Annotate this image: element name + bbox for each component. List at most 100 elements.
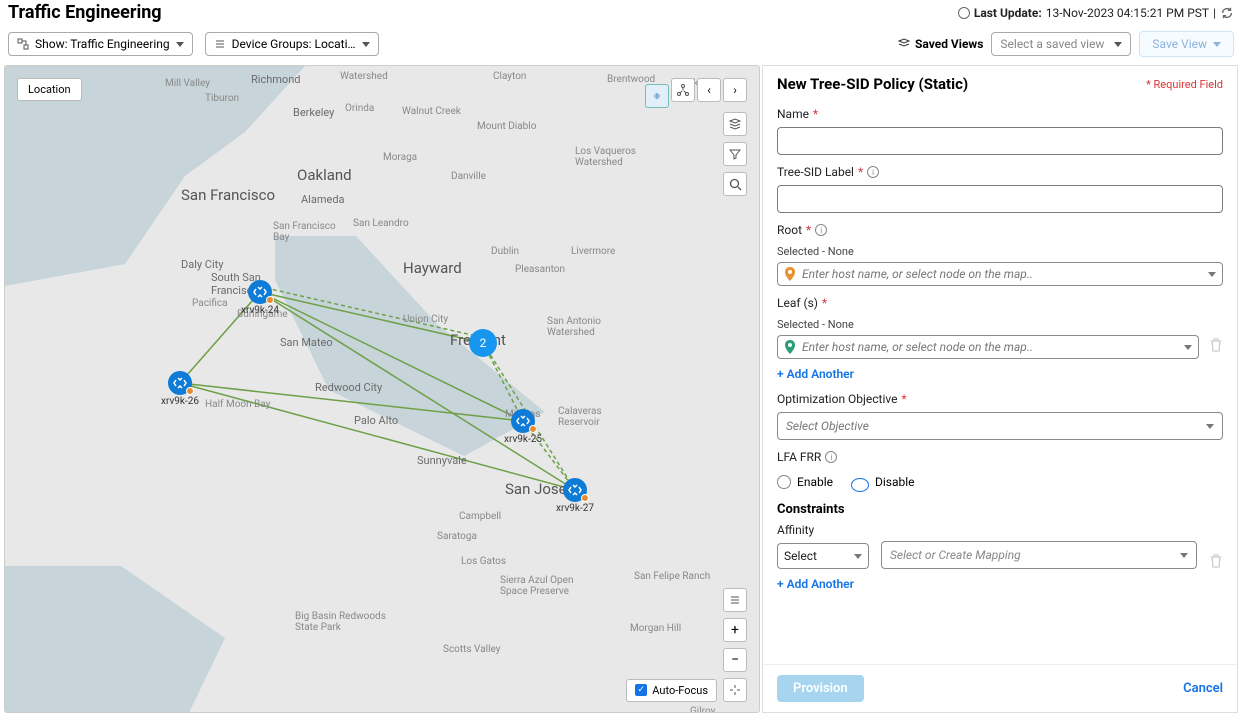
save-view-button[interactable]: Save View bbox=[1139, 31, 1234, 57]
refresh-icon[interactable] bbox=[1220, 6, 1234, 20]
city-label: Campbell bbox=[459, 511, 501, 522]
pin-icon bbox=[784, 267, 796, 281]
root-label: Root bbox=[777, 223, 802, 237]
list-icon bbox=[214, 38, 226, 50]
device-groups-dropdown[interactable]: Device Groups: Locati… bbox=[205, 32, 379, 56]
city-label: Alameda bbox=[301, 193, 345, 206]
last-update-value: 13-Nov-2023 04:15:21 PM PST bbox=[1046, 6, 1209, 20]
info-icon[interactable]: i bbox=[825, 451, 837, 463]
page-title: Traffic Engineering bbox=[8, 2, 162, 23]
city-label: Daly City bbox=[181, 258, 223, 271]
auto-focus-toggle[interactable]: ✓ Auto-Focus bbox=[626, 679, 717, 702]
chevron-down-icon bbox=[1208, 272, 1216, 277]
status-badge-icon bbox=[581, 494, 589, 502]
show-dropdown-label: Show: Traffic Engineering bbox=[35, 37, 170, 51]
cluster-node[interactable]: 2 bbox=[469, 329, 497, 357]
legend-icon[interactable] bbox=[723, 588, 747, 612]
city-label: Pleasanton bbox=[515, 264, 565, 275]
lfa-enable-radio[interactable]: Enable bbox=[777, 472, 833, 492]
city-label: San AntonioWatershed bbox=[547, 316, 601, 338]
leaf-selected-hint: Selected - None bbox=[777, 318, 1223, 331]
status-badge-icon bbox=[186, 387, 194, 395]
name-input[interactable] bbox=[777, 127, 1223, 155]
layers-icon bbox=[897, 37, 911, 52]
city-label: Half Moon Bay bbox=[205, 399, 270, 410]
diagram-icon bbox=[17, 38, 29, 50]
city-label: San Francisco bbox=[181, 186, 275, 204]
cluster-count: 2 bbox=[480, 336, 487, 350]
map-pane[interactable]: RichmondClaytonBrentwoodOakleyBerkeleyOr… bbox=[4, 65, 760, 713]
trash-icon[interactable] bbox=[1209, 337, 1223, 353]
prev-icon[interactable]: ‹ bbox=[697, 78, 721, 102]
divider: | bbox=[1213, 6, 1216, 20]
city-label: Clayton bbox=[493, 71, 526, 82]
select-saved-view[interactable]: Select a saved view bbox=[991, 32, 1131, 56]
add-affinity-button[interactable]: + Add Another bbox=[777, 577, 854, 591]
city-label: Los Gatos bbox=[461, 556, 506, 567]
root-node-input[interactable]: Enter host name, or select node on the m… bbox=[777, 262, 1223, 286]
provision-button[interactable]: Provision bbox=[777, 675, 864, 702]
leaf-label: Leaf (s) bbox=[777, 296, 818, 310]
city-label: Richmond bbox=[251, 73, 300, 86]
topology-icon[interactable] bbox=[671, 78, 695, 102]
lfa-disable-radio[interactable]: Disable bbox=[851, 472, 915, 492]
name-label: Name bbox=[777, 107, 809, 121]
node-label: xrv9k-26 bbox=[161, 396, 199, 407]
add-leaf-button[interactable]: + Add Another bbox=[777, 367, 854, 381]
info-icon[interactable]: i bbox=[815, 224, 827, 236]
filter-icon[interactable] bbox=[723, 142, 747, 166]
lfa-frr-label: LFA FRR bbox=[777, 450, 821, 464]
city-label: Danville bbox=[451, 171, 486, 182]
affinity-mode-select[interactable]: Select bbox=[777, 543, 869, 569]
city-label: Mill Valley bbox=[165, 78, 210, 89]
city-label: Hayward bbox=[403, 259, 462, 277]
city-label: Mount Diablo bbox=[477, 121, 536, 132]
affinity-mapping-select[interactable]: Select or Create Mapping bbox=[881, 541, 1197, 569]
city-label: San FranciscoBay bbox=[273, 221, 336, 243]
opt-objective-label: Optimization Objective bbox=[777, 392, 898, 406]
tree-sid-label-label: Tree-SID Label bbox=[777, 165, 854, 179]
device-groups-label: Device Groups: Locati… bbox=[232, 37, 356, 51]
city-label: Livermore bbox=[571, 246, 615, 257]
info-icon[interactable]: i bbox=[867, 166, 879, 178]
trash-icon[interactable] bbox=[1209, 553, 1223, 569]
city-label: Big Basin RedwoodsState Park bbox=[295, 611, 386, 633]
node-label: xrv9k-25 bbox=[504, 434, 542, 445]
zoom-in-button[interactable]: + bbox=[723, 618, 747, 642]
affinity-label: Affinity bbox=[777, 523, 814, 537]
leaf-node-input[interactable]: Enter host name, or select node on the m… bbox=[777, 335, 1199, 359]
city-label: Redwood City bbox=[315, 381, 382, 394]
search-icon[interactable] bbox=[723, 172, 747, 196]
city-label: Union City bbox=[403, 314, 448, 325]
recenter-icon[interactable] bbox=[723, 678, 747, 702]
city-label: Walnut Creek bbox=[402, 106, 461, 117]
zoom-out-button[interactable]: − bbox=[723, 648, 747, 672]
tree-sid-label-input[interactable] bbox=[777, 185, 1223, 213]
city-label: San Felipe Ranch bbox=[634, 571, 710, 582]
globe-icon[interactable] bbox=[645, 84, 669, 108]
clock-icon bbox=[958, 7, 970, 19]
city-label: Pacifica bbox=[192, 298, 228, 309]
last-update: Last Update: 13-Nov-2023 04:15:21 PM PST… bbox=[958, 6, 1234, 20]
required-hint: * Required Field bbox=[1146, 78, 1223, 91]
city-label: Gilroy bbox=[690, 706, 715, 713]
city-label: San Leandro bbox=[353, 218, 409, 229]
city-label: Orinda bbox=[345, 103, 374, 114]
next-icon[interactable]: › bbox=[723, 78, 747, 102]
chevron-down-icon bbox=[1184, 345, 1192, 350]
node-label: xrv9k-24 bbox=[241, 305, 279, 316]
status-badge-icon bbox=[266, 296, 274, 304]
saved-views-label: Saved Views bbox=[897, 37, 983, 52]
status-badge-icon bbox=[529, 425, 537, 433]
opt-objective-select[interactable]: Select Objective bbox=[777, 412, 1223, 440]
city-label: Palo Alto bbox=[354, 414, 398, 427]
city-label: Watershed bbox=[340, 71, 388, 82]
cancel-button[interactable]: Cancel bbox=[1183, 681, 1223, 696]
location-button[interactable]: Location bbox=[17, 78, 82, 101]
show-dropdown[interactable]: Show: Traffic Engineering bbox=[8, 32, 193, 56]
chevron-down-icon bbox=[362, 42, 370, 47]
city-label: San Mateo bbox=[280, 336, 333, 349]
chevron-down-icon bbox=[1180, 553, 1188, 558]
node-label: xrv9k-27 bbox=[556, 503, 594, 514]
layers-icon[interactable] bbox=[723, 112, 747, 136]
